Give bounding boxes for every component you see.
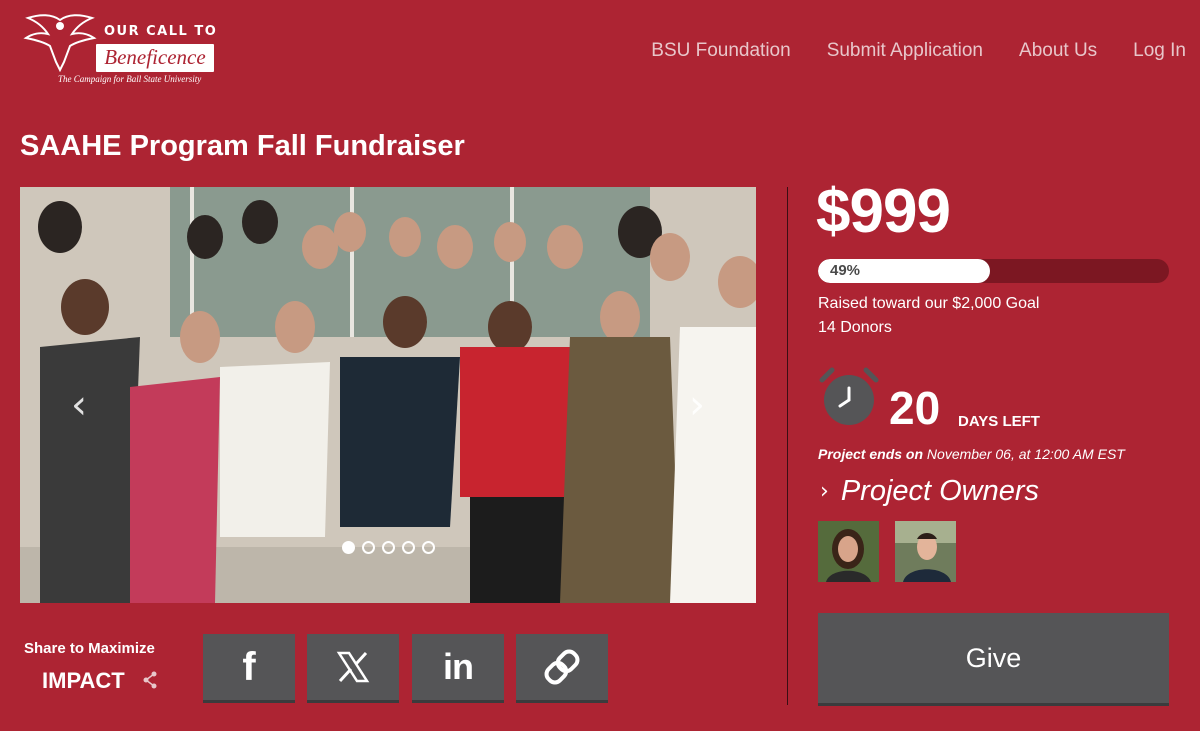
carousel-dot-5[interactable] bbox=[422, 541, 435, 554]
facebook-icon: f bbox=[242, 644, 256, 689]
progress-fill: 49% bbox=[818, 259, 990, 283]
logo-wordmark: Beneficence bbox=[104, 45, 206, 69]
carousel-dot-1[interactable] bbox=[342, 541, 355, 554]
logo-wordmark-box: Beneficence bbox=[96, 44, 214, 72]
carousel-prev-button[interactable]: ‹ bbox=[64, 385, 94, 425]
share-icon bbox=[143, 671, 157, 689]
carousel-dot-4[interactable] bbox=[402, 541, 415, 554]
copy-link-button[interactable] bbox=[516, 634, 608, 700]
logo-tagline: OUR CALL TO bbox=[104, 24, 218, 39]
chevron-right-icon: › bbox=[689, 382, 705, 428]
page-title: SAAHE Program Fall Fundraiser bbox=[20, 130, 465, 162]
days-left-number: 20 bbox=[889, 382, 941, 434]
logo-subtitle: The Campaign for Ball State University bbox=[58, 74, 202, 84]
share-title: Share to Maximize bbox=[24, 640, 155, 657]
days-left-label: DAYS LEFT bbox=[958, 413, 1040, 430]
nav-submit-application[interactable]: Submit Application bbox=[827, 40, 983, 62]
campaign-logo[interactable]: OUR CALL TO Beneficence The Campaign for… bbox=[22, 12, 218, 86]
linkedin-icon: in bbox=[443, 646, 474, 687]
project-owners-toggle[interactable]: › Project Owners bbox=[820, 475, 1039, 508]
share-facebook-button[interactable]: f bbox=[203, 634, 295, 700]
project-end-prefix: Project ends on bbox=[818, 446, 924, 462]
nav-about-us[interactable]: About Us bbox=[1019, 40, 1097, 62]
main-nav: BSU Foundation Submit Application About … bbox=[651, 40, 1186, 62]
share-x-button[interactable] bbox=[307, 634, 399, 700]
alarm-clock-icon bbox=[819, 367, 879, 425]
link-icon bbox=[544, 649, 580, 685]
chevron-right-icon: › bbox=[820, 479, 829, 504]
project-owners-label: Project Owners bbox=[840, 475, 1040, 507]
x-icon bbox=[336, 651, 370, 683]
owner-photo-2 bbox=[895, 521, 956, 582]
goal-text: Raised toward our $2,000 Goal bbox=[818, 295, 1040, 312]
chevron-left-icon: ‹ bbox=[71, 382, 87, 428]
amount-raised: $999 bbox=[816, 177, 951, 246]
share-impact: IMPACT bbox=[42, 668, 125, 693]
project-end-date: Project ends on November 06, at 12:00 AM… bbox=[818, 446, 1125, 462]
column-divider bbox=[787, 187, 788, 705]
donor-count: 14 Donors bbox=[818, 319, 892, 336]
owner-avatar-1[interactable] bbox=[818, 521, 879, 582]
carousel-next-button[interactable]: › bbox=[682, 385, 712, 425]
share-linkedin-button[interactable]: in bbox=[412, 634, 504, 700]
owner-avatar-2[interactable] bbox=[895, 521, 956, 582]
owner-photo-1 bbox=[818, 521, 879, 582]
cardinal-logo-icon bbox=[23, 14, 97, 72]
progress-bar: 49% bbox=[818, 259, 1169, 283]
give-button[interactable]: Give bbox=[818, 613, 1169, 703]
carousel-dot-3[interactable] bbox=[382, 541, 395, 554]
carousel-dots bbox=[342, 541, 435, 554]
nav-log-in[interactable]: Log In bbox=[1133, 40, 1186, 62]
project-end-value: November 06, at 12:00 AM EST bbox=[926, 446, 1125, 462]
carousel-dot-2[interactable] bbox=[362, 541, 375, 554]
nav-bsu-foundation[interactable]: BSU Foundation bbox=[651, 40, 790, 62]
